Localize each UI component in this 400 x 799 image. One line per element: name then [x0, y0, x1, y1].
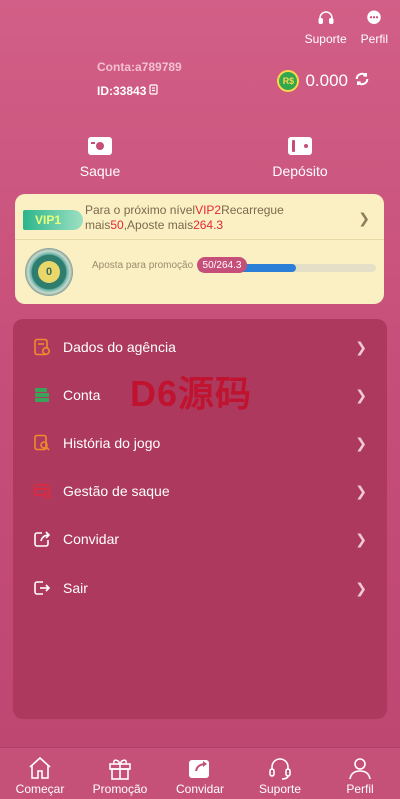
withdraw-button[interactable]: Saque — [0, 133, 200, 179]
chevron-right-icon: ❯ — [355, 530, 367, 547]
agency-icon — [33, 338, 51, 356]
tab-label: Promoção — [92, 782, 148, 796]
account-id: ID:33843 — [97, 84, 182, 98]
user-icon — [347, 754, 373, 782]
vip-bet-amount: 264.3 — [193, 218, 224, 232]
account-name: Conta:a789789 — [97, 60, 182, 74]
tab-label: Começar — [15, 782, 65, 796]
tab-support[interactable]: Suporte — [240, 748, 320, 799]
header-actions: Suporte Perfil — [305, 8, 388, 46]
chevron-right-icon: ❯ — [355, 386, 367, 403]
gift-icon — [107, 754, 133, 782]
withdraw-label: Saque — [79, 163, 121, 179]
vip-next-level: VIP2 — [195, 203, 222, 217]
deposit-label: Depósito — [272, 163, 328, 179]
medal-value: 0 — [38, 261, 60, 283]
history-icon — [33, 434, 51, 452]
balance: R$ 0.000 — [277, 70, 370, 92]
tab-invite[interactable]: Convidar — [160, 748, 240, 799]
account-icon — [33, 386, 51, 404]
tab-profile[interactable]: Perfil — [320, 748, 400, 799]
tab-promotion[interactable]: Promoção — [80, 748, 160, 799]
menu-item-label: Gestão de saque — [63, 483, 170, 499]
menu-item-label: História do jogo — [63, 435, 161, 451]
chevron-right-icon: ❯ — [355, 434, 367, 451]
menu-item-logout[interactable]: Sair ❯ — [13, 568, 387, 608]
support-button[interactable]: Suporte — [305, 8, 347, 46]
tab-label: Convidar — [175, 782, 225, 796]
progress-value: 50/264.3 — [197, 257, 247, 273]
chevron-right-icon: ❯ — [355, 338, 367, 355]
menu-item-agency-data[interactable]: Dados do agência ❯ — [13, 327, 387, 367]
card-icon — [33, 482, 51, 500]
headset-icon — [267, 754, 293, 782]
copy-icon[interactable] — [149, 84, 159, 98]
bottom-tab-bar: Começar Promoção Convidar Suporte Perfil — [0, 747, 400, 799]
menu-item-label: Convidar — [63, 531, 120, 547]
vip-recharge-amount: 50 — [110, 218, 124, 232]
vip-progress-section: 0 Aposta para promoção 50/264.3 — [15, 240, 384, 304]
support-label: Suporte — [304, 32, 347, 46]
menu-item-label: Conta — [63, 387, 101, 403]
bet-label: Aposta para promoção — [92, 260, 194, 271]
refresh-icon[interactable] — [354, 71, 370, 92]
wallet-actions: Saque Depósito — [0, 133, 400, 179]
profile-label: Perfil — [360, 32, 388, 46]
headset-icon — [316, 8, 336, 28]
profile-button[interactable]: Perfil — [361, 8, 388, 46]
balance-value: 0.000 — [305, 71, 348, 90]
menu-item-invite[interactable]: Convidar ❯ — [13, 519, 387, 559]
home-icon — [27, 754, 53, 782]
vip-level-badge: VIP1 — [23, 210, 83, 230]
account-id-value: ID:33843 — [97, 84, 147, 98]
share-icon — [33, 530, 51, 548]
menu-item-withdraw-management[interactable]: Gestão de saque ❯ — [13, 471, 387, 511]
currency-badge: R$ — [277, 70, 300, 92]
deposit-button[interactable]: Depósito — [200, 133, 400, 179]
chat-bubble-icon — [364, 8, 384, 28]
vip-next-level-text: Para o próximo nívelVIP2Recarregue mais5… — [85, 203, 355, 233]
vip-text-part: ,Aposte mais — [123, 218, 194, 232]
logout-icon — [33, 579, 51, 597]
menu-item-game-history[interactable]: História do jogo ❯ — [13, 423, 387, 463]
watermark: D6源码 — [130, 373, 253, 414]
menu-item-label: Dados do agência — [63, 339, 176, 355]
vip-text-part: Para o próximo nível — [85, 203, 196, 217]
chevron-right-icon[interactable]: ❯ — [358, 210, 370, 227]
account-info: Conta:a789789 ID:33843 — [97, 60, 182, 98]
tab-label: Perfil — [346, 782, 374, 796]
vip-card[interactable]: VIP1 Para o próximo nívelVIP2Recarregue … — [15, 194, 384, 304]
chevron-right-icon: ❯ — [355, 482, 367, 499]
chevron-right-icon: ❯ — [355, 579, 367, 596]
menu-item-label: Sair — [63, 580, 88, 596]
vip-medal-icon: 0 — [25, 248, 73, 296]
share-icon — [187, 754, 213, 782]
vip-header: VIP1 Para o próximo nívelVIP2Recarregue … — [15, 194, 384, 240]
tab-home[interactable]: Começar — [0, 748, 80, 799]
tab-label: Suporte — [258, 782, 302, 796]
ticket-icon — [87, 133, 113, 159]
wallet-icon — [287, 133, 313, 159]
